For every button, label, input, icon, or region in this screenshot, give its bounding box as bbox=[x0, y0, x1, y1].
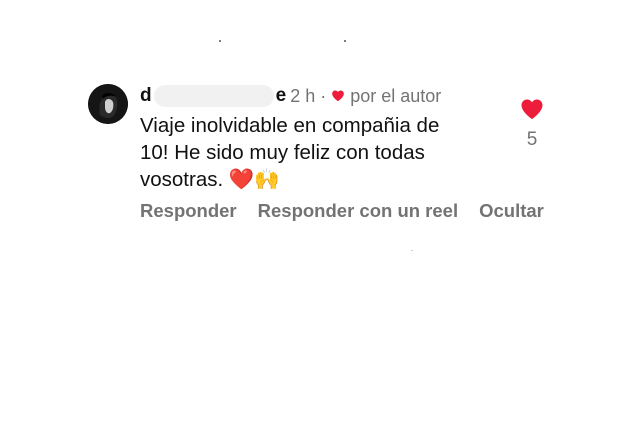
divider-mark bbox=[411, 250, 413, 251]
comment-text: Viaje inolvidable en compañia de 10! He … bbox=[140, 114, 440, 191]
timestamp: 2 h bbox=[290, 85, 316, 106]
avatar[interactable] bbox=[88, 84, 128, 124]
hide-button[interactable]: Ocultar bbox=[479, 200, 544, 222]
heart-icon[interactable] bbox=[520, 98, 544, 120]
like-count: 5 bbox=[526, 129, 538, 150]
reply-with-reel-button[interactable]: Responder con un reel bbox=[258, 200, 458, 222]
comment-screen: d e 2 h · por el autor Viaje inolvidable… bbox=[0, 0, 640, 427]
previous-comment-edge bbox=[0, 36, 640, 46]
reply-button[interactable]: Responder bbox=[140, 200, 237, 222]
liked-by-author-label: por el autor bbox=[350, 85, 442, 106]
heart-icon bbox=[332, 90, 345, 102]
separator: · bbox=[320, 85, 327, 106]
username[interactable]: d bbox=[140, 85, 152, 107]
profile-avatar-icon bbox=[88, 84, 128, 124]
comment-header: d e 2 h · por el autor bbox=[140, 84, 441, 108]
comment-actions: Responder Responder con un reel Ocultar bbox=[140, 200, 568, 222]
redacted-username bbox=[153, 85, 274, 107]
like-column: 5 bbox=[519, 98, 545, 151]
username-suffix[interactable]: e bbox=[276, 85, 287, 107]
